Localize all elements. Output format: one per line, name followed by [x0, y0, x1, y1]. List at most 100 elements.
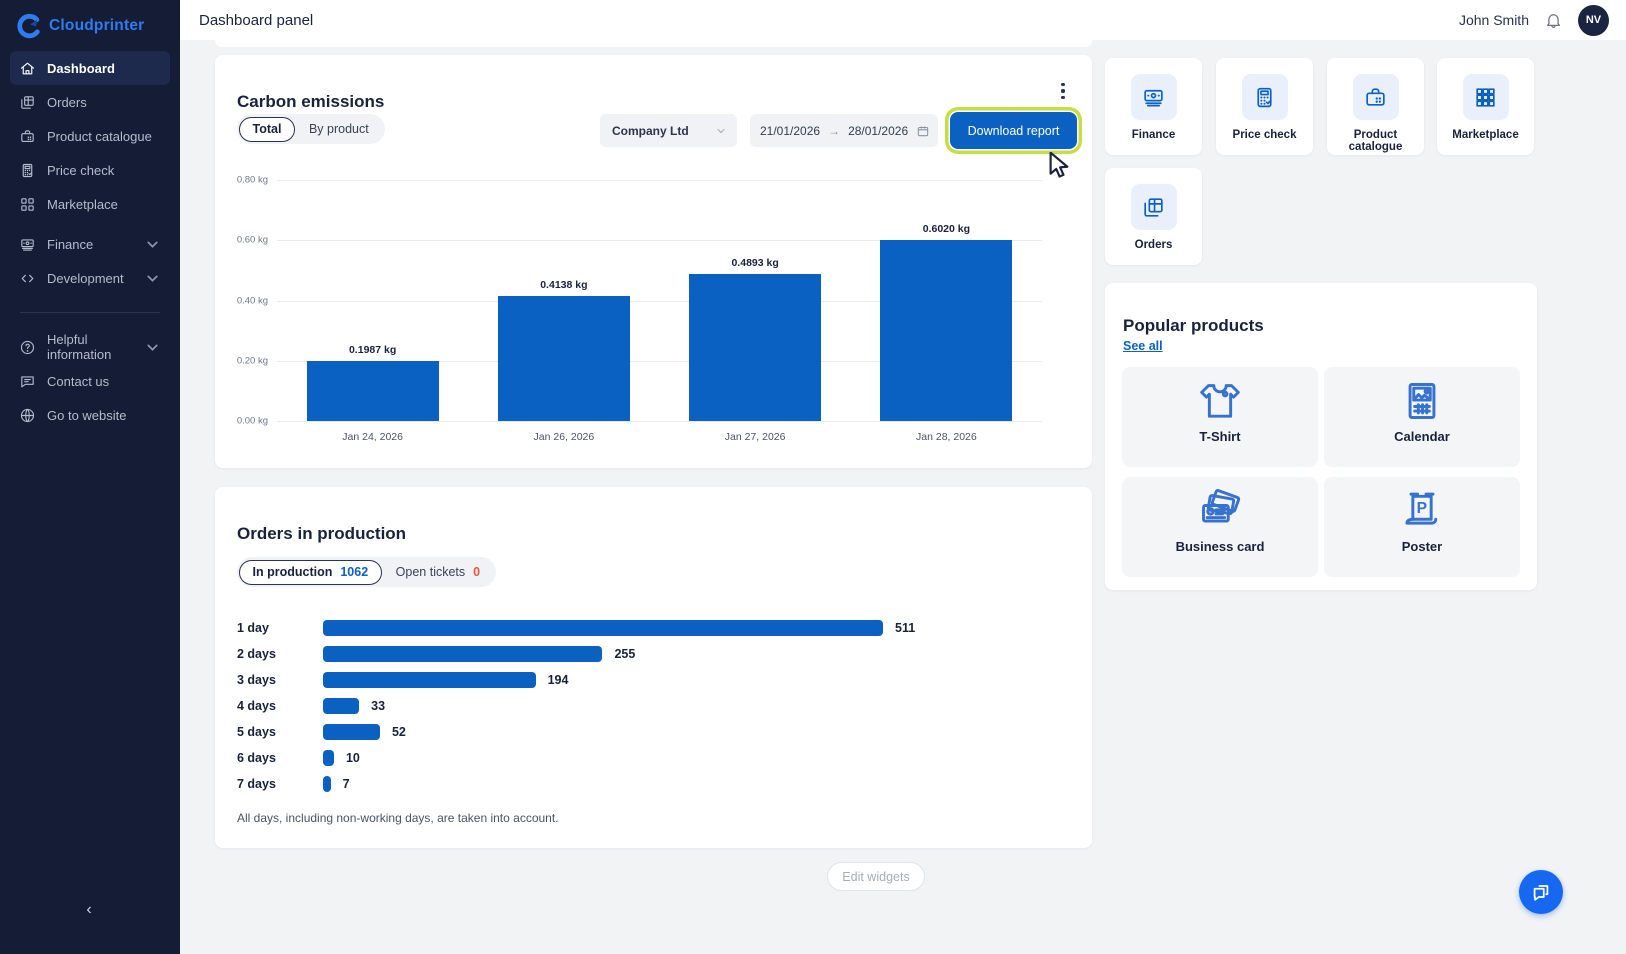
- quick-link-finance[interactable]: Finance: [1105, 58, 1202, 155]
- chevron-down-icon: [715, 125, 727, 137]
- sidebar-item-label: Go to website: [47, 408, 127, 423]
- bar-value-label: 10: [346, 750, 360, 766]
- chevron-down-icon: [144, 339, 161, 356]
- product-tile-t-shirt[interactable]: T-Shirt: [1122, 367, 1318, 467]
- tab-label: Open tickets: [396, 565, 465, 579]
- sidebar-item-label: Price check: [47, 163, 114, 178]
- quick-link-product-catalogue[interactable]: Product catalogue: [1327, 58, 1424, 155]
- bar-value-label: 0.1987 kg: [307, 344, 439, 356]
- company-select-value: Company Ltd: [612, 124, 689, 138]
- tab-label: Total: [253, 122, 282, 136]
- bar-value-label: 194: [548, 672, 569, 688]
- date-range-picker[interactable]: 21/01/2026 → 28/01/2026: [750, 114, 938, 147]
- price-check-icon: [19, 162, 36, 179]
- carbon-emissions-card: Carbon emissions TotalBy product Company…: [215, 55, 1092, 468]
- carbon-tab-by-product[interactable]: By product: [295, 116, 383, 142]
- catalogue-icon: [1363, 85, 1388, 110]
- calendar-product-icon: [1400, 367, 1444, 423]
- x-axis-tick-label: Jan 27, 2026: [689, 431, 821, 443]
- brand-logo: Cloudprinter: [0, 0, 180, 51]
- orders-in-production-card: Orders in production In production1062Op…: [215, 487, 1092, 848]
- product-tile-business-card[interactable]: Business card: [1122, 477, 1318, 577]
- sidebar-item-label: Development: [47, 271, 124, 286]
- carbon-bar-jan-26-2026: [498, 296, 630, 421]
- orders-bar-7-days: [323, 776, 331, 792]
- orders-tab-open-tickets[interactable]: Open tickets 0: [382, 559, 494, 585]
- sidebar-item-helpful-information[interactable]: Helpful information: [10, 330, 170, 364]
- quick-link-orders[interactable]: Orders: [1105, 168, 1202, 265]
- quick-link-icon-box: [1242, 74, 1288, 120]
- development-icon: [19, 270, 36, 287]
- marketplace-icon: [19, 196, 36, 213]
- carbon-bar-jan-27-2026: [689, 274, 821, 421]
- product-tile-calendar[interactable]: Calendar: [1324, 367, 1520, 467]
- carbon-card-menu-button[interactable]: [1054, 81, 1072, 101]
- duration-label: 2 days: [237, 646, 315, 662]
- sidebar-item-go-to-website[interactable]: Go to website: [10, 398, 170, 432]
- see-all-link[interactable]: See all: [1123, 339, 1163, 353]
- sidebar-item-marketplace[interactable]: Marketplace: [10, 187, 170, 221]
- quick-link-marketplace[interactable]: Marketplace: [1437, 58, 1534, 155]
- tab-count-badge: 1062: [340, 565, 368, 579]
- sidebar-collapse-button[interactable]: ‹: [72, 898, 106, 922]
- notifications-bell-icon[interactable]: [1544, 11, 1563, 30]
- edit-widgets-button[interactable]: Edit widgets: [827, 862, 925, 891]
- sidebar-item-price-check[interactable]: Price check: [10, 153, 170, 187]
- orders-bar-2-days: [323, 646, 602, 662]
- tab-label: In production: [253, 565, 333, 579]
- sidebar-item-label: Marketplace: [47, 197, 118, 212]
- orders-bar-5-days: [323, 724, 380, 740]
- page-title: Dashboard panel: [199, 12, 313, 29]
- cloudprinter-logo-icon: [16, 13, 42, 39]
- business-card-icon: [1198, 477, 1242, 533]
- chat-widget-button[interactable]: [1519, 870, 1563, 914]
- sidebar-item-label: Contact us: [47, 374, 109, 389]
- y-axis-tick-label: 0.00 kg: [215, 416, 268, 427]
- date-to: 28/01/2026: [848, 124, 908, 138]
- download-report-button[interactable]: Download report: [950, 112, 1077, 149]
- sidebar-item-finance[interactable]: Finance: [10, 227, 170, 261]
- company-select[interactable]: Company Ltd: [600, 114, 737, 147]
- arrow-right-icon: →: [828, 124, 840, 138]
- quick-link-label: Product catalogue: [1330, 129, 1422, 153]
- sidebar-item-contact-us[interactable]: Contact us: [10, 364, 170, 398]
- home-icon: [19, 60, 36, 77]
- quick-link-icon-box: [1131, 74, 1177, 120]
- quick-link-label: Orders: [1135, 239, 1173, 251]
- bar-value-label: 0.4138 kg: [498, 279, 630, 291]
- quick-link-icon-box: [1463, 74, 1509, 120]
- duration-label: 3 days: [237, 672, 315, 688]
- popular-products-title: Popular products: [1123, 316, 1264, 336]
- duration-label: 7 days: [237, 776, 315, 792]
- product-tile-poster[interactable]: PPoster: [1324, 477, 1520, 577]
- price-check-icon: [1252, 85, 1277, 110]
- tab-count-badge: 0: [473, 565, 480, 579]
- duration-label: 1 day: [237, 620, 315, 636]
- avatar[interactable]: NV: [1578, 5, 1609, 36]
- sidebar-item-label: Orders: [47, 95, 87, 110]
- sidebar-item-product-catalogue[interactable]: Product catalogue: [10, 119, 170, 153]
- duration-label: 4 days: [237, 698, 315, 714]
- orders-tab-in-production[interactable]: In production 1062: [239, 560, 382, 585]
- sidebar: Cloudprinter Dashboard Orders Product cata…: [0, 0, 180, 954]
- finance-icon: [19, 236, 36, 253]
- finance-icon: [1141, 85, 1166, 110]
- y-axis-tick-label: 0.40 kg: [215, 295, 268, 306]
- sidebar-nav: Dashboard Orders Product catalogue Price ch…: [0, 51, 180, 432]
- sidebar-item-development[interactable]: Development: [10, 261, 170, 295]
- y-axis-tick-label: 0.60 kg: [215, 235, 268, 246]
- poster-icon: P: [1400, 477, 1444, 533]
- sidebar-item-label: Finance: [47, 237, 93, 252]
- chevron-down-icon: [144, 236, 161, 253]
- quick-link-price-check[interactable]: Price check: [1216, 58, 1313, 155]
- bar-value-label: 511: [895, 620, 915, 636]
- orders-bar-1-day: [323, 620, 883, 636]
- sidebar-item-label: Helpful information: [47, 332, 133, 362]
- y-axis-tick-label: 0.80 kg: [215, 175, 268, 186]
- sidebar-item-orders[interactable]: Orders: [10, 85, 170, 119]
- sidebar-item-dashboard[interactable]: Dashboard: [10, 51, 170, 85]
- carbon-tab-total[interactable]: Total: [239, 117, 295, 142]
- orders-icon: [19, 94, 36, 111]
- product-label: Calendar: [1394, 429, 1450, 444]
- bar-value-label: 7: [343, 776, 350, 792]
